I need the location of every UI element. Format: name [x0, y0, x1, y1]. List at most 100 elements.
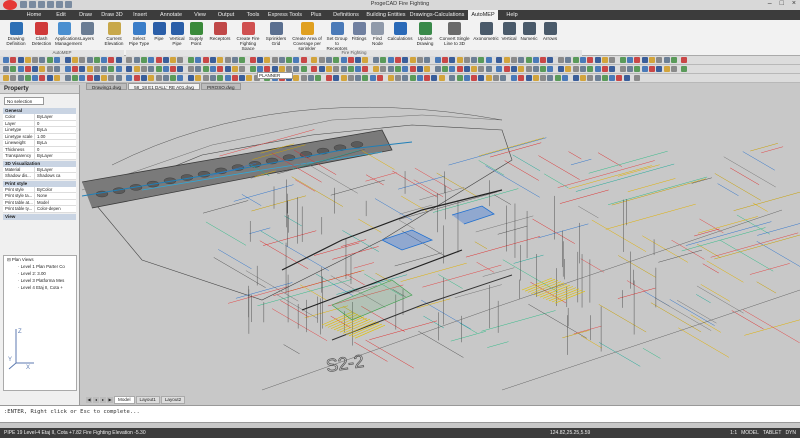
toolbar-tool-icon[interactable] — [224, 75, 231, 81]
toolbar-tool-icon[interactable] — [634, 66, 641, 72]
tree-item[interactable]: ⊟ Plan Views — [4, 256, 76, 263]
toolbar-tool-icon[interactable] — [525, 57, 532, 63]
toolbar-tool-icon[interactable] — [562, 75, 569, 81]
toolbar-tool-icon[interactable] — [431, 66, 433, 72]
property-value[interactable]: ByLa — [35, 127, 76, 133]
toolbar-tool-icon[interactable] — [86, 75, 93, 81]
toolbar-tool-icon[interactable] — [185, 75, 187, 81]
select-pipe-type-button[interactable]: Select Pipe Type — [128, 22, 150, 46]
tab-annotate[interactable]: Annotate — [155, 10, 187, 20]
toolbar-tool-icon[interactable] — [547, 75, 554, 81]
toolbar-tool-icon[interactable] — [39, 66, 46, 72]
toolbar-tool-icon[interactable] — [162, 66, 169, 72]
tab-draw[interactable]: Draw — [75, 10, 96, 20]
toolbar-tool-icon[interactable] — [155, 66, 162, 72]
toolbar-tool-icon[interactable] — [416, 75, 423, 81]
toolbar-tool-icon[interactable] — [239, 57, 246, 63]
toolbar-tool-icon[interactable] — [293, 57, 300, 63]
axonometric-button[interactable]: Axonometric — [472, 22, 500, 41]
toolbar-tool-icon[interactable] — [380, 66, 387, 72]
toolbar-tool-icon[interactable] — [195, 75, 202, 81]
toolbar-tool-icon[interactable] — [325, 57, 332, 63]
toolbar-tool-icon[interactable] — [572, 57, 579, 63]
toolbar-tool-icon[interactable] — [678, 66, 680, 72]
toolbar-tool-icon[interactable] — [195, 66, 202, 72]
toolbar-tool-icon[interactable] — [308, 75, 315, 81]
toolbar-tool-icon[interactable] — [123, 75, 125, 81]
property-value[interactable]: ByLayer — [35, 153, 76, 159]
toolbar-tool-icon[interactable] — [177, 75, 184, 81]
toolbar-tool-icon[interactable] — [449, 75, 456, 81]
close-icon[interactable]: × — [792, 0, 796, 7]
toolbar-tool-icon[interactable] — [587, 66, 594, 72]
toolbar-tool-icon[interactable] — [133, 66, 140, 72]
property-value[interactable]: Color-depen — [35, 206, 76, 212]
toolbar-tool-icon[interactable] — [431, 57, 433, 63]
toolbar-tool-icon[interactable] — [678, 57, 680, 63]
toolbar-tool-icon[interactable] — [155, 75, 162, 81]
toolbar-tool-icon[interactable] — [300, 75, 307, 81]
toolbar-tool-icon[interactable] — [384, 75, 386, 81]
toolbar-tool-icon[interactable] — [86, 57, 93, 63]
toolbar-tool-icon[interactable] — [311, 57, 318, 63]
toolbar-tool-icon[interactable] — [188, 75, 195, 81]
tree-item[interactable]: · Level 2: 3.00 — [4, 270, 76, 277]
toolbar-tool-icon[interactable] — [446, 75, 448, 81]
toolbar-tool-icon[interactable] — [496, 66, 503, 72]
property-value[interactable]: 0 — [35, 147, 76, 153]
toolbar-tool-icon[interactable] — [471, 57, 478, 63]
toolbar-tool-icon[interactable] — [532, 66, 539, 72]
toolbar-tool-icon[interactable] — [402, 57, 409, 63]
vertical-pipe-button[interactable]: Vertical Pipe — [168, 22, 186, 46]
toolbar-tool-icon[interactable] — [311, 66, 318, 72]
toolbar-tool-icon[interactable] — [525, 66, 532, 72]
toolbar-tool-icon[interactable] — [500, 75, 507, 81]
property-value[interactable]: None — [35, 193, 76, 199]
tab-help[interactable]: Help — [501, 10, 523, 20]
toolbar-tool-icon[interactable] — [256, 57, 263, 63]
property-value[interactable]: 0 — [35, 121, 76, 127]
document-tab[interactable]: PIROSO.dwg — [200, 83, 241, 90]
toolbar-tool-icon[interactable] — [293, 66, 300, 72]
toolbar-tool-icon[interactable] — [246, 57, 248, 63]
toolbar-tool-icon[interactable] — [370, 66, 372, 72]
toolbar-tool-icon[interactable] — [373, 57, 380, 63]
toolbar-tool-icon[interactable] — [424, 66, 431, 72]
toolbar-tool-icon[interactable] — [648, 66, 655, 72]
toolbar-tool-icon[interactable] — [609, 57, 616, 63]
next-tab-icon[interactable]: ▸ — [100, 396, 106, 403]
toolbar-tool-icon[interactable] — [17, 75, 24, 81]
toolbar-tool-icon[interactable] — [518, 66, 525, 72]
toolbar-tool-icon[interactable] — [594, 75, 601, 81]
toolbar-tool-icon[interactable] — [456, 66, 463, 72]
numeric-button[interactable]: Numeric — [518, 22, 540, 41]
toolbar-tool-icon[interactable] — [409, 75, 416, 81]
toolbar-tool-icon[interactable] — [416, 57, 423, 63]
toolbar-tool-icon[interactable] — [133, 57, 140, 63]
document-tab[interactable]: 58_18 E1 DALL' RE A01.dwg — [128, 83, 200, 90]
toolbar-tool-icon[interactable] — [525, 75, 532, 81]
tree-item[interactable]: · Level 3 Platforma Mes — [4, 277, 76, 284]
toolbar-tool-icon[interactable] — [115, 66, 122, 72]
tab-draw-3d[interactable]: Draw 3D — [99, 10, 125, 20]
property-value[interactable]: ByLayer — [35, 114, 76, 120]
toolbar-tool-icon[interactable] — [188, 57, 195, 63]
toolbar-tool-icon[interactable] — [126, 66, 133, 72]
toolbar-tool-icon[interactable] — [565, 57, 572, 63]
toolbar-tool-icon[interactable] — [24, 66, 31, 72]
toolbar-tool-icon[interactable] — [123, 66, 125, 72]
arrows-button[interactable]: Arrows — [540, 22, 560, 41]
toolbar-tool-icon[interactable] — [315, 75, 322, 81]
toolbar-tool-icon[interactable] — [355, 75, 362, 81]
toolbar-tool-icon[interactable] — [616, 75, 623, 81]
toolbar-tool-icon[interactable] — [347, 57, 354, 63]
toolbar-tool-icon[interactable] — [503, 66, 510, 72]
toolbar-tool-icon[interactable] — [3, 57, 9, 63]
toolbar-tool-icon[interactable] — [333, 66, 340, 72]
toolbar-tool-icon[interactable] — [246, 66, 248, 72]
maximize-icon[interactable]: □ — [780, 0, 784, 7]
toolbar-tool-icon[interactable] — [39, 75, 46, 81]
tab-tools[interactable]: Tools — [242, 10, 264, 20]
selection-combo[interactable]: No selection — [4, 97, 44, 105]
toolbar-tool-icon[interactable] — [325, 66, 332, 72]
